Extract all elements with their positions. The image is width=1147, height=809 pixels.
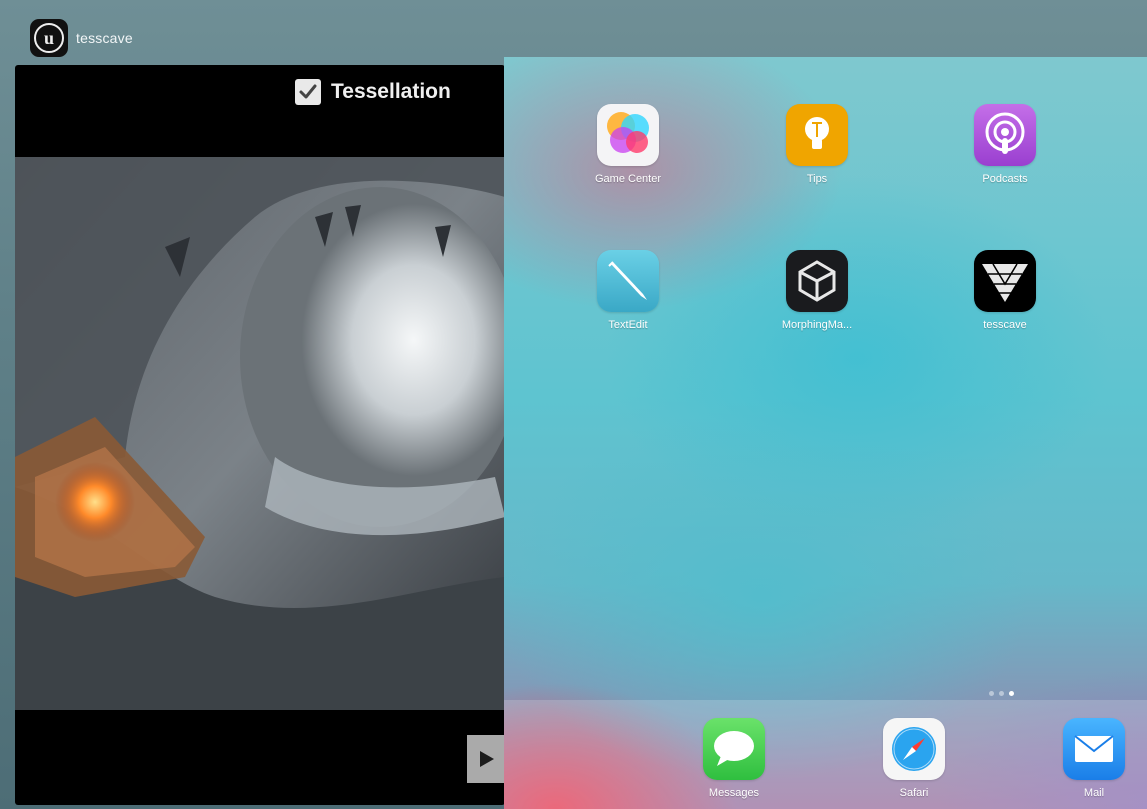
page-dot-current[interactable] [1009, 691, 1014, 696]
app-label: Safari [899, 787, 929, 799]
app-card-tesscave[interactable]: Tessellation [15, 65, 505, 805]
checkmark-icon [299, 84, 317, 99]
tips-icon [786, 104, 848, 166]
page-dot[interactable] [999, 691, 1004, 696]
app-label: TextEdit [608, 319, 648, 331]
safari-icon [883, 718, 945, 780]
dock: Messages Safari Mail [504, 700, 1147, 809]
dock-app-safari[interactable]: Safari [854, 718, 974, 799]
messages-icon [703, 718, 765, 780]
app-label: Podcasts [982, 173, 1028, 185]
game-center-icon [597, 104, 659, 166]
page-dot[interactable] [989, 691, 994, 696]
page-indicator[interactable] [989, 691, 1014, 696]
podcasts-icon [974, 104, 1036, 166]
tessellation-toggle[interactable]: Tessellation [295, 79, 451, 105]
app-morphingma[interactable]: MorphingMa... [757, 250, 877, 331]
dock-app-messages[interactable]: Messages [674, 718, 794, 799]
tesscave-icon [974, 250, 1036, 312]
app-name: tesscave [76, 30, 133, 46]
svg-text:u: u [44, 28, 54, 48]
app-label: tesscave [983, 319, 1027, 331]
app-label: Tips [806, 173, 828, 185]
cave-scene-viewport[interactable] [15, 157, 505, 710]
app-textedit[interactable]: TextEdit [568, 250, 688, 331]
mail-icon [1063, 718, 1125, 780]
checkbox-label: Tessellation [331, 80, 451, 103]
app-label: MorphingMa... [781, 319, 853, 331]
dock-app-mail[interactable]: Mail [1034, 718, 1147, 799]
home-screen[interactable]: Game Center Tips Podcasts TextEdit Morph… [504, 57, 1147, 809]
textedit-icon [597, 250, 659, 312]
app-tips[interactable]: Tips [757, 104, 877, 185]
play-button[interactable] [467, 735, 505, 783]
app-podcasts[interactable]: Podcasts [945, 104, 1065, 185]
unreal-engine-logo-icon: u [30, 19, 68, 57]
app-label: Game Center [594, 173, 662, 185]
app-game-center[interactable]: Game Center [568, 104, 688, 185]
play-icon [480, 751, 494, 767]
app-tesscave[interactable]: tesscave [945, 250, 1065, 331]
app-label: Mail [1083, 787, 1105, 799]
checkbox[interactable] [295, 79, 321, 105]
app-label: Messages [708, 787, 760, 799]
app-switcher-header[interactable]: u tesscave [30, 18, 133, 58]
unity-icon [786, 250, 848, 312]
